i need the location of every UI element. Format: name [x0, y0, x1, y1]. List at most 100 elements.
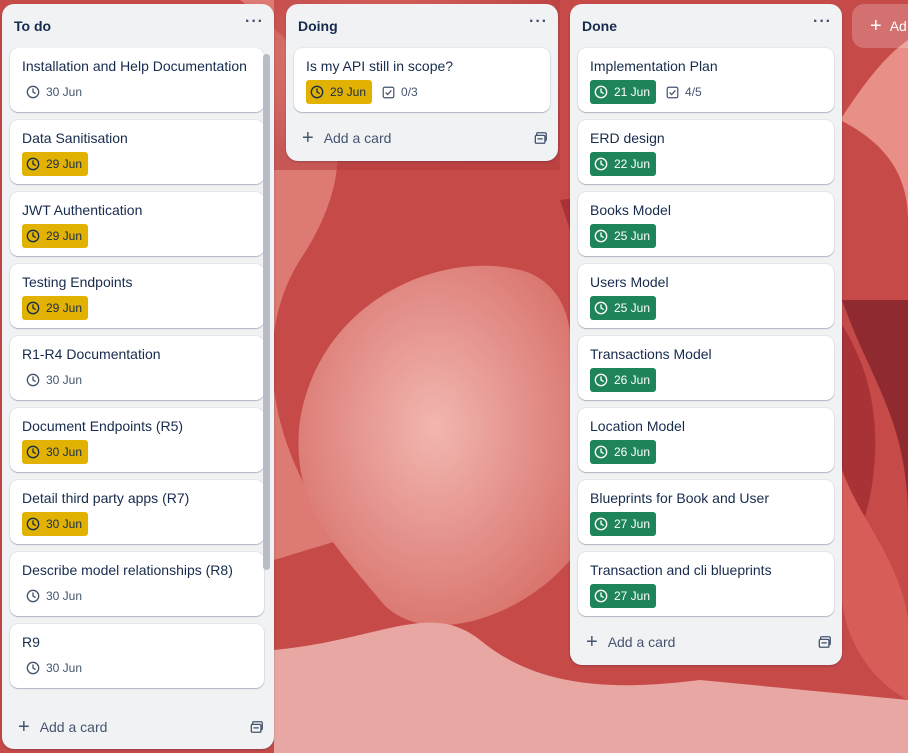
due-date-badge[interactable]: 30 Jun [22, 656, 88, 680]
due-date: 29 Jun [330, 85, 367, 99]
due-date: 30 Jun [46, 373, 83, 387]
card-title: Implementation Plan [590, 58, 718, 74]
due-date-badge[interactable]: 30 Jun [22, 80, 88, 104]
clock-icon [594, 445, 608, 459]
card-title: ERD design [590, 130, 665, 146]
card[interactable]: Describe model relationships (R8) 30 Jun [10, 552, 264, 616]
card-title: Blueprints for Book and User [590, 490, 769, 506]
clock-icon [594, 301, 608, 315]
more-icon[interactable]: ··· [813, 14, 832, 34]
clock-icon [26, 157, 40, 171]
more-icon[interactable]: ··· [245, 14, 264, 34]
list-title[interactable]: Done [582, 18, 617, 34]
due-date-badge[interactable]: 25 Jun [590, 224, 657, 248]
card[interactable]: Location Model 26 Jun [578, 408, 834, 472]
add-card-button[interactable]: + Add a card [286, 120, 558, 156]
checklist-badge: 4/5 [666, 85, 702, 99]
card[interactable]: Testing Endpoints 29 Jun [10, 264, 264, 328]
card-title: JWT Authentication [22, 202, 143, 218]
checklist-icon [382, 86, 395, 98]
card[interactable]: Is my API still in scope? 29 Jun 0/3 [294, 48, 550, 112]
plus-icon: + [870, 15, 882, 37]
card-title: Data Sanitisation [22, 130, 128, 146]
add-card-label: Add a card [323, 130, 392, 146]
card[interactable]: Detail third party apps (R7) 30 Jun [10, 480, 264, 544]
clock-icon [26, 373, 40, 387]
card[interactable]: Books Model 25 Jun [578, 192, 834, 256]
clock-icon [594, 517, 608, 531]
due-date-badge[interactable]: 21 Jun [590, 80, 657, 104]
card[interactable]: Installation and Help Documentation 30 J… [10, 48, 264, 112]
due-date-badge[interactable]: 29 Jun [22, 296, 89, 320]
due-date-badge[interactable]: 22 Jun [590, 152, 657, 176]
card[interactable]: Transactions Model 26 Jun [578, 336, 834, 400]
card[interactable]: R1-R4 Documentation 30 Jun [10, 336, 264, 400]
due-date-badge[interactable]: 25 Jun [590, 296, 657, 320]
add-list-button[interactable]: + Ad [852, 4, 908, 48]
due-date: 25 Jun [614, 301, 651, 315]
add-list-label: Ad [889, 18, 907, 34]
add-card-label: Add a card [607, 634, 676, 650]
card[interactable]: Transaction and cli blueprints 27 Jun [578, 552, 834, 616]
due-date-badge[interactable]: 30 Jun [22, 440, 89, 464]
card-title: Document Endpoints (R5) [22, 418, 184, 434]
clock-icon [26, 85, 40, 99]
card[interactable]: Users Model 25 Jun [578, 264, 834, 328]
due-date: 29 Jun [46, 157, 83, 171]
add-card-button[interactable]: + Add a card [2, 709, 274, 745]
card[interactable]: Implementation Plan 21 Jun 4/5 [578, 48, 834, 112]
due-date: 30 Jun [46, 589, 83, 603]
list-scrollbar[interactable] [263, 54, 270, 570]
due-date: 26 Jun [614, 445, 651, 459]
due-date: 21 Jun [614, 85, 651, 99]
card[interactable]: JWT Authentication 29 Jun [10, 192, 264, 256]
due-date-badge[interactable]: 30 Jun [22, 368, 88, 392]
card[interactable]: ERD design 22 Jun [578, 120, 834, 184]
list-todo: To do ··· Installation and Help Document… [2, 4, 274, 749]
card[interactable]: Data Sanitisation 29 Jun [10, 120, 264, 184]
clock-icon [594, 373, 608, 387]
card[interactable]: Blueprints for Book and User 27 Jun [578, 480, 834, 544]
add-card-label: Add a card [39, 719, 108, 735]
due-date-badge[interactable]: 29 Jun [306, 80, 373, 104]
list-done: Done ··· Implementation Plan 21 Jun 4/5 … [570, 4, 842, 665]
plus-icon: + [586, 631, 598, 653]
list-title[interactable]: To do [14, 18, 51, 34]
card-template-icon[interactable] [534, 131, 548, 145]
due-date-badge[interactable]: 30 Jun [22, 512, 89, 536]
due-date: 30 Jun [46, 517, 83, 531]
more-icon[interactable]: ··· [529, 14, 548, 34]
due-date: 25 Jun [614, 229, 651, 243]
card-title: Detail third party apps (R7) [22, 490, 190, 506]
due-date-badge[interactable]: 29 Jun [22, 224, 89, 248]
card-template-icon[interactable] [818, 635, 832, 649]
due-date: 22 Jun [614, 157, 651, 171]
clock-icon [594, 157, 608, 171]
plus-icon: + [302, 127, 314, 149]
card-title: Users Model [590, 274, 669, 290]
due-date-badge[interactable]: 26 Jun [590, 440, 657, 464]
clock-icon [310, 85, 324, 99]
due-date-badge[interactable]: 30 Jun [22, 584, 88, 608]
due-date: 30 Jun [46, 445, 83, 459]
checklist-badge: 0/3 [382, 85, 418, 99]
checklist-count: 4/5 [685, 85, 702, 99]
card-title: Installation and Help Documentation [22, 58, 247, 74]
card-template-icon[interactable] [250, 720, 264, 734]
card-title: Books Model [590, 202, 671, 218]
due-date-badge[interactable]: 27 Jun [590, 512, 657, 536]
add-card-button[interactable]: + Add a card [570, 624, 842, 660]
card-title: Location Model [590, 418, 685, 434]
due-date-badge[interactable]: 27 Jun [590, 584, 657, 608]
plus-icon: + [18, 716, 30, 738]
due-date-badge[interactable]: 26 Jun [590, 368, 657, 392]
due-date: 29 Jun [46, 229, 83, 243]
list-title[interactable]: Doing [298, 18, 338, 34]
card[interactable]: R9 30 Jun [10, 624, 264, 688]
due-date-badge[interactable]: 29 Jun [22, 152, 89, 176]
card[interactable]: Document Endpoints (R5) 30 Jun [10, 408, 264, 472]
due-date: 27 Jun [614, 517, 651, 531]
card-title: Transactions Model [590, 346, 712, 362]
clock-icon [26, 301, 40, 315]
due-date: 30 Jun [46, 661, 83, 675]
